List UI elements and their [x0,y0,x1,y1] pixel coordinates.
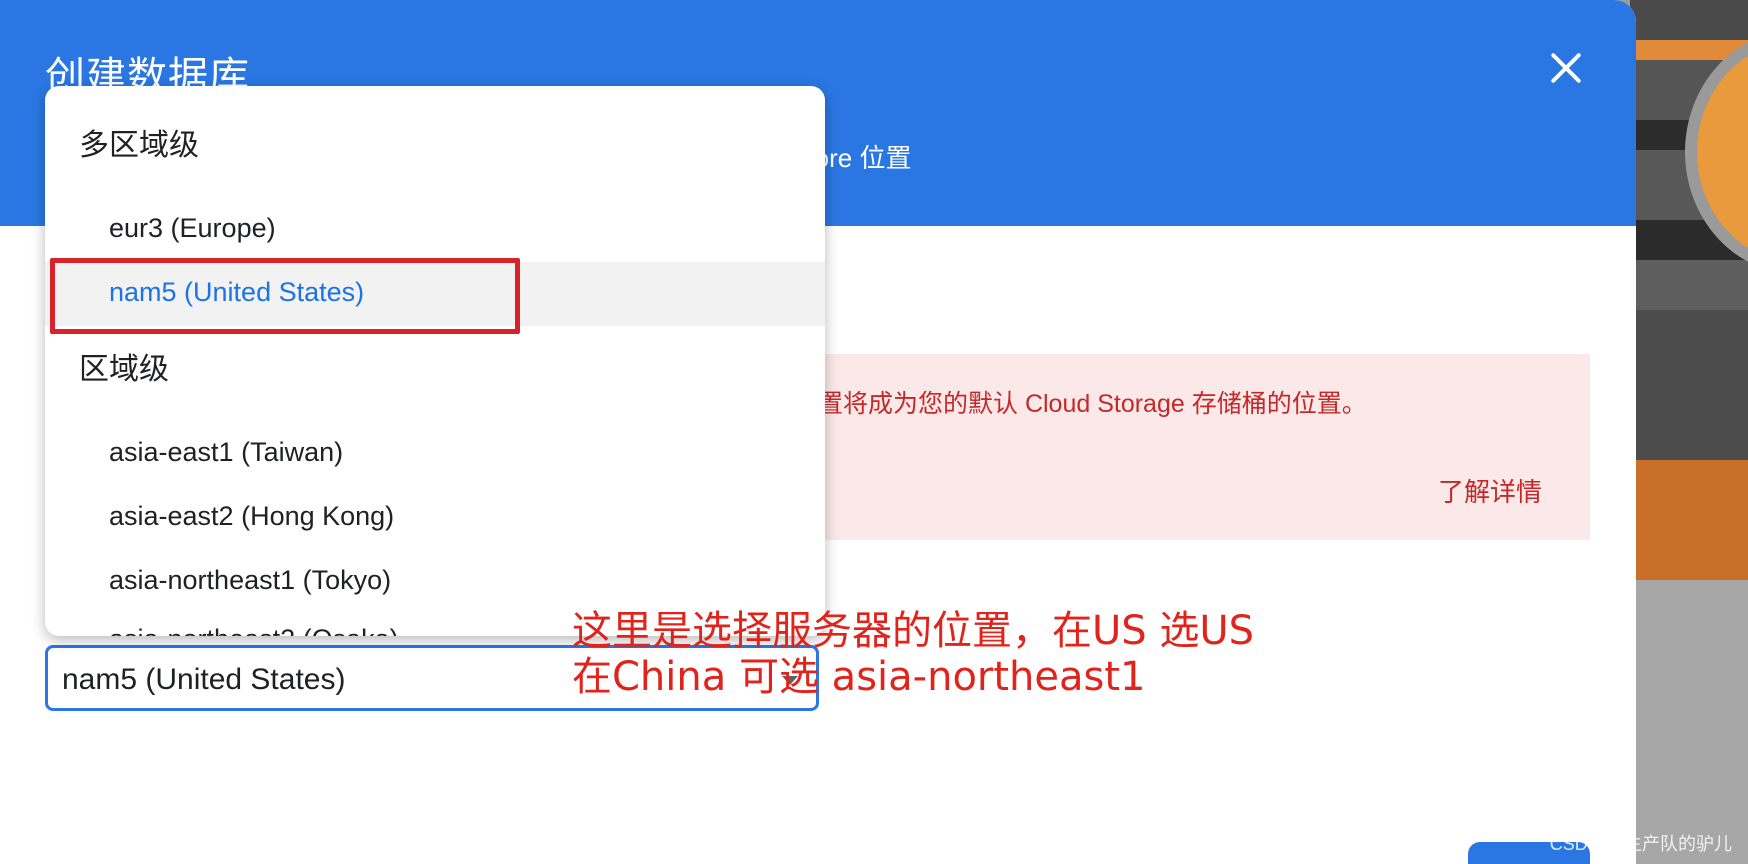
option-eur3[interactable]: eur3 (Europe) [45,198,825,262]
background-image [1630,0,1748,864]
option-asia-east1[interactable]: asia-east1 (Taiwan) [45,422,825,486]
warning-text: 置将成为您的默认 Cloud Storage 存储桶的位置。 [818,390,1367,418]
option-label: asia-east1 (Taiwan) [109,437,344,467]
location-dropdown-menu: 多区域级 eur3 (Europe) nam5 (United States) … [45,86,825,636]
selection-highlight-box [50,258,520,334]
annotation-text: 这里是选择服务器的位置，在US 选US 在China 可选 asia-north… [572,608,1254,700]
option-label: asia-northeast2 (Osaka) [109,624,399,636]
watermark: CSDN @生产队的驴儿 [1549,834,1732,854]
annotation-line-2: 在China 可选 asia-northeast1 [572,654,1146,700]
learn-more-link[interactable]: 了解详情 [1438,472,1542,509]
annotation-line-1: 这里是选择服务器的位置，在US 选US [572,608,1255,654]
option-label: asia-east2 (Hong Kong) [109,501,395,531]
group-label-multi-region: 多区域级 [79,129,199,162]
group-label-region: 区域级 [79,353,169,386]
option-label: eur3 (Europe) [109,213,276,243]
storage-location-warning: 置将成为您的默认 Cloud Storage 存储桶的位置。 了解详情 [780,354,1590,540]
option-asia-east2[interactable]: asia-east2 (Hong Kong) [45,486,825,550]
location-select-value: nam5 (United States) [62,663,346,696]
close-icon[interactable] [1538,40,1594,96]
